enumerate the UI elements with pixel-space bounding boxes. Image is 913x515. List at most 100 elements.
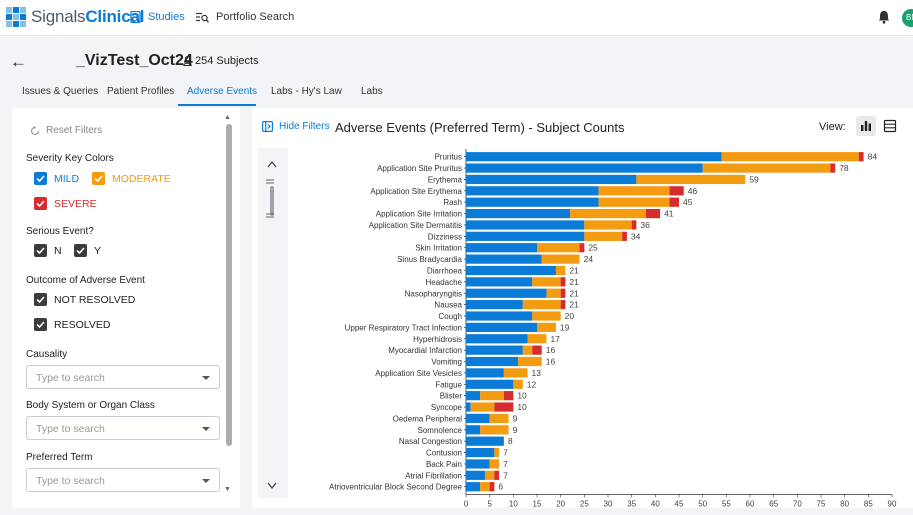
x-tick-label: 45 (675, 499, 684, 508)
bar-segment-mild (466, 447, 495, 458)
outcome-resolved-checkbox[interactable]: RESOLVED (34, 318, 110, 331)
reset-filters-button[interactable]: Reset Filters (30, 125, 102, 136)
bar-segment-severe (579, 243, 585, 253)
tab-patient-profiles[interactable]: Patient Profiles (107, 86, 174, 97)
category-label: Headache (426, 278, 463, 287)
scroll-down-arrow-icon[interactable]: ▼ (224, 486, 231, 493)
total-label: 25 (588, 243, 598, 253)
total-label: 8 (508, 436, 513, 446)
caret-down-icon (202, 376, 210, 380)
caret-down-icon (202, 479, 210, 483)
check-icon (36, 247, 45, 255)
category-label: Syncope (431, 403, 463, 412)
bell-icon[interactable] (878, 10, 890, 24)
bar-segment-moderate (489, 413, 509, 424)
category-label: Somnolence (418, 426, 463, 435)
nav-portfolio-search[interactable]: Portfolio Search (196, 11, 294, 23)
app-logo[interactable]: SignalsClinical (6, 7, 144, 27)
preferred-term-placeholder: Type to search (36, 475, 105, 487)
check-icon (36, 200, 45, 208)
severity-moderate-checkbox[interactable]: MODERATE (92, 172, 171, 185)
category-label: Application Site Dermatitis (369, 221, 462, 230)
bar-segment-mild (466, 208, 571, 219)
x-tick-label: 65 (769, 499, 778, 508)
total-label: 16 (546, 345, 556, 355)
scroll-up-arrow-icon[interactable]: ▲ (224, 114, 231, 121)
bar-segment-mild (466, 311, 533, 321)
back-arrow-icon[interactable]: ← (10, 52, 27, 72)
bar-segment-mild (466, 345, 523, 355)
bar-segment-mild (466, 277, 533, 287)
serious-n-checkbox[interactable]: N (34, 244, 62, 257)
nav-studies-label: Studies (148, 11, 185, 23)
total-label: 16 (546, 357, 556, 367)
body-system-select[interactable]: Type to search (26, 416, 220, 440)
outcome-not-resolved-checkbox[interactable]: NOT RESOLVED (34, 293, 135, 306)
total-label: 19 (560, 322, 570, 332)
bar-segment-moderate (598, 186, 670, 196)
total-label: 9 (513, 425, 518, 435)
bar-segment-moderate (584, 220, 632, 230)
bar-segment-mild (466, 368, 504, 378)
total-label: 36 (640, 220, 650, 230)
bar-segment-moderate (489, 459, 500, 469)
tab-adverse-events[interactable]: Adverse Events (187, 86, 257, 97)
bar-segment-moderate (513, 379, 523, 389)
total-label: 34 (631, 231, 641, 241)
chart-panel: Hide Filters Adverse Events (Preferred T… (252, 108, 913, 508)
total-label: 13 (532, 368, 542, 378)
bar-segment-severe (830, 163, 836, 173)
bar-segment-severe (631, 220, 637, 230)
bar-segment-moderate (555, 265, 566, 276)
checkbox-box (92, 172, 105, 185)
study-header: ← _VizTest_Oct24 254 Subjects Issues & Q… (0, 36, 913, 106)
user-avatar[interactable]: BN (902, 9, 913, 27)
category-label: Atrial Fibrillation (405, 471, 462, 480)
bar-segment-severe (669, 186, 684, 196)
causality-select[interactable]: Type to search (26, 365, 220, 389)
nav-studies[interactable]: Studies (130, 11, 185, 23)
x-tick-label: 15 (533, 499, 542, 508)
top-bar: SignalsClinical Studies Portfolio Search… (0, 0, 913, 36)
total-label: 21 (569, 288, 579, 298)
serious-y-checkbox[interactable]: Y (74, 244, 101, 257)
category-label: Application Site Erythema (370, 187, 462, 196)
bar-segment-severe (494, 402, 514, 412)
serious-y-label: Y (94, 244, 102, 257)
check-icon (36, 321, 45, 329)
subject-count: 254 Subjects (183, 55, 259, 67)
bar-segment-moderate (518, 356, 542, 367)
x-tick-label: 30 (604, 499, 613, 508)
category-label: Application Site Pruritus (377, 164, 462, 173)
x-tick-label: 60 (746, 499, 755, 508)
subject-count-label: 254 Subjects (195, 55, 259, 67)
tab-labs-hys-law[interactable]: Labs - Hy's Law (271, 86, 342, 97)
bar-segment-moderate (598, 197, 670, 207)
reset-icon (30, 125, 40, 135)
category-label: Skin Irritation (415, 244, 462, 253)
category-label: Hyperhidrosis (413, 335, 462, 344)
preferred-term-select[interactable]: Type to search (26, 468, 220, 492)
serious-n-label: N (54, 244, 62, 257)
bar-segment-moderate (522, 300, 561, 310)
category-label: Oedema Peripheral (393, 414, 463, 423)
severity-mild-checkbox[interactable]: MILD (34, 172, 79, 185)
category-label: Application Site Vesicles (375, 369, 462, 378)
filters-scrollbar[interactable] (226, 124, 232, 446)
bar-segment-mild (466, 220, 585, 230)
tab-labs[interactable]: Labs (361, 86, 383, 97)
tab-issues-queries[interactable]: Issues & Queries (22, 86, 98, 97)
bar-segment-mild (466, 482, 481, 492)
total-label: 10 (517, 402, 527, 412)
checkbox-box (34, 244, 47, 257)
book-icon (130, 11, 141, 23)
severity-severe-checkbox[interactable]: SEVERE (34, 197, 97, 210)
outcome-section-title: Outcome of Adverse Event (26, 275, 145, 286)
x-tick-label: 0 (464, 499, 469, 508)
bar-segment-mild (466, 334, 528, 344)
total-label: 12 (527, 379, 537, 389)
bar-segment-moderate (537, 322, 556, 332)
caret-down-icon (202, 427, 210, 431)
check-icon (36, 175, 45, 183)
bar-segment-mild (466, 436, 504, 446)
